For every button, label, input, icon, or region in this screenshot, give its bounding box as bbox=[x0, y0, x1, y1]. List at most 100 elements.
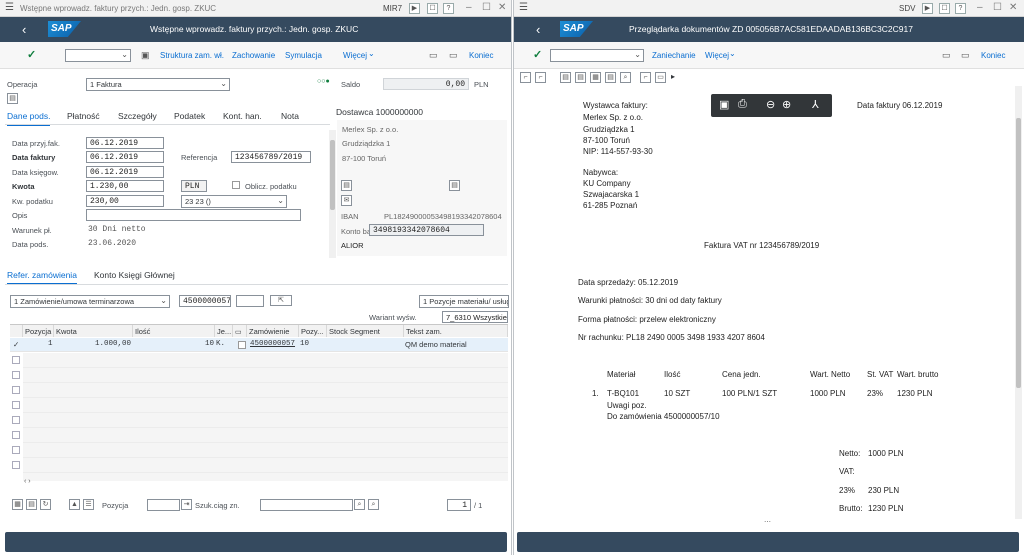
struktura-button[interactable]: Struktura zam. wł. bbox=[160, 51, 224, 60]
check-icon[interactable]: ✓ bbox=[533, 48, 542, 61]
col-pozycja[interactable]: Pozycja bbox=[23, 325, 54, 337]
po-number-field[interactable]: 4500000057 bbox=[179, 295, 231, 307]
data-faktury-field[interactable]: 06.12.2019 bbox=[86, 151, 164, 163]
back-icon[interactable]: ‹ bbox=[536, 22, 540, 37]
transfer-icon[interactable]: ⇱ bbox=[270, 295, 292, 306]
window-icon[interactable]: ▭ bbox=[942, 50, 951, 61]
document-scrollbar[interactable] bbox=[1015, 86, 1022, 519]
details-icon[interactable]: ▦ bbox=[12, 499, 23, 510]
refresh-icon[interactable]: ↻ bbox=[40, 499, 51, 510]
hscroll-arrows-icon[interactable]: ‹ › bbox=[24, 478, 31, 485]
help-icon[interactable]: ? bbox=[443, 3, 454, 14]
row-selector[interactable] bbox=[12, 446, 20, 454]
row-selector[interactable] bbox=[12, 431, 20, 439]
konto-field[interactable]: 3498193342078604 bbox=[369, 224, 484, 236]
window-icon[interactable]: ▭ bbox=[429, 50, 438, 61]
symulacja-button[interactable]: Symulacja bbox=[285, 51, 322, 60]
minimize-icon[interactable]: – bbox=[977, 2, 983, 13]
fields-scrollbar[interactable] bbox=[329, 130, 336, 258]
zachowanie-button[interactable]: Zachowanie bbox=[232, 51, 275, 60]
menu-icon[interactable]: ☰ bbox=[519, 2, 528, 13]
close-icon[interactable]: ✕ bbox=[498, 2, 506, 13]
ref-type-select[interactable]: 1 Zamówienie/umowa terminarzowa ⌄ bbox=[10, 295, 170, 308]
page-field[interactable]: 1 bbox=[447, 499, 471, 511]
row-selector[interactable] bbox=[12, 401, 20, 409]
maximize-icon[interactable]: ☐ bbox=[482, 2, 491, 13]
document-icon[interactable]: ▤ bbox=[7, 93, 18, 104]
play-icon[interactable]: ▶ bbox=[409, 3, 420, 14]
sort-down-icon[interactable]: ☰ bbox=[83, 499, 94, 510]
waluta-field[interactable]: PLN bbox=[181, 180, 207, 192]
mail-icon[interactable]: ✉ bbox=[341, 195, 352, 206]
referencja-field[interactable]: 123456789/2019 bbox=[231, 151, 311, 163]
koniec-button[interactable]: Koniec bbox=[981, 51, 1005, 60]
print-icon[interactable]: ⎙ bbox=[738, 98, 747, 111]
tab-platnosc[interactable]: Płatność bbox=[67, 111, 100, 121]
close-icon[interactable]: ✕ bbox=[1009, 2, 1017, 13]
check-icon[interactable]: ✓ bbox=[27, 48, 36, 61]
back-icon[interactable]: ‹ bbox=[22, 22, 26, 37]
zaniechanie-button[interactable]: Zaniechanie bbox=[652, 51, 696, 60]
oblicz-checkbox[interactable] bbox=[232, 181, 240, 189]
viewer-more-icon[interactable]: ▸ bbox=[671, 72, 675, 81]
cell-checkbox[interactable] bbox=[238, 341, 246, 349]
search-next-icon[interactable]: ⌕ bbox=[368, 499, 379, 510]
vendor-scrollbar[interactable] bbox=[330, 240, 335, 256]
command-field[interactable]: ⌄ bbox=[65, 49, 131, 62]
row-check-icon[interactable]: ✓ bbox=[13, 340, 19, 349]
operacja-select[interactable]: 1 Faktura ⌄ bbox=[86, 78, 230, 91]
koniec-button[interactable]: Koniec bbox=[469, 51, 493, 60]
menu-icon[interactable]: ☰ bbox=[5, 2, 14, 13]
bookmark-icon[interactable]: ☐ bbox=[427, 3, 438, 14]
data-ksieg-field[interactable]: 06.12.2019 bbox=[86, 166, 164, 178]
vendor-detail-icon[interactable]: ▤ bbox=[341, 180, 352, 191]
tab-podatek[interactable]: Podatek bbox=[174, 111, 205, 121]
cell-ilosc[interactable]: 10 bbox=[205, 340, 214, 348]
row-selector[interactable] bbox=[12, 416, 20, 424]
help-icon[interactable]: ? bbox=[955, 3, 966, 14]
save-icon[interactable]: ▣ bbox=[719, 98, 729, 111]
items-type-select[interactable]: 1 Pozycje materiału/ usług bbox=[419, 295, 509, 308]
wiecej-button[interactable]: Więcej bbox=[705, 51, 729, 60]
vendor-list-icon[interactable]: ▤ bbox=[449, 180, 460, 191]
data-przyj-field[interactable]: 06.12.2019 bbox=[86, 137, 164, 149]
viewer-tool-icon[interactable]: ▤ bbox=[575, 72, 586, 83]
viewer-tool-icon[interactable]: ⌐ bbox=[535, 72, 546, 83]
save-icon[interactable]: ▣ bbox=[141, 50, 150, 61]
resize-handle-icon[interactable]: ⋯ bbox=[764, 518, 771, 526]
cell-zamowienie[interactable]: 4500000057 bbox=[250, 340, 295, 348]
col-tekst-zam[interactable]: Tekst zam. bbox=[404, 325, 508, 337]
viewer-tool-icon[interactable]: ⌐ bbox=[520, 72, 531, 83]
kw-podatku-field[interactable]: 230,00 bbox=[86, 195, 164, 207]
new-window-icon[interactable]: ▭ bbox=[961, 50, 970, 61]
pozycja-search-field[interactable] bbox=[147, 499, 180, 511]
kod-podatku-select[interactable]: 23 23 () ⌄ bbox=[181, 195, 287, 208]
row-selector[interactable] bbox=[12, 386, 20, 394]
col-ilosc[interactable]: Ilość bbox=[133, 325, 215, 337]
col-pozy[interactable]: Pozy... bbox=[299, 325, 327, 337]
command-field[interactable]: ⌄ bbox=[550, 49, 644, 62]
kwota-field[interactable]: 1.230,00 bbox=[86, 180, 164, 192]
szuk-field[interactable] bbox=[260, 499, 353, 511]
zoom-out-icon[interactable]: ⊖ bbox=[766, 98, 775, 111]
col-je[interactable]: Je... bbox=[215, 325, 233, 337]
col-stock-segment[interactable]: Stock Segment bbox=[327, 325, 404, 337]
grid-icon[interactable]: ▤ bbox=[26, 499, 37, 510]
maximize-icon[interactable]: ☐ bbox=[993, 2, 1002, 13]
wariant-field[interactable]: 7_6310 Wszystkie bbox=[442, 311, 508, 323]
bookmark-icon[interactable]: ☐ bbox=[939, 3, 950, 14]
zoom-in-icon[interactable]: ⊕ bbox=[782, 98, 791, 111]
table-row[interactable]: ✓ 1 1.000,00 10 K. 4500000057 10 QM demo… bbox=[10, 338, 508, 352]
opis-field[interactable] bbox=[86, 209, 301, 221]
tab-szczegoly[interactable]: Szczegóły bbox=[118, 111, 157, 121]
viewer-tool-icon[interactable]: ▦ bbox=[590, 72, 601, 83]
col-zamowienie[interactable]: Zamówienie bbox=[247, 325, 299, 337]
search-icon[interactable]: ⌕ bbox=[354, 499, 365, 510]
row-selector[interactable] bbox=[12, 356, 20, 364]
row-selector[interactable] bbox=[12, 461, 20, 469]
viewer-tool-icon[interactable]: ▭ bbox=[655, 72, 666, 83]
tab-konto-ksiegi[interactable]: Konto Księgi Głównej bbox=[94, 270, 175, 280]
viewer-tool-icon[interactable]: ▤ bbox=[605, 72, 616, 83]
col-flag[interactable]: ▭ bbox=[233, 325, 247, 337]
viewer-tool-icon[interactable]: ▤ bbox=[560, 72, 571, 83]
